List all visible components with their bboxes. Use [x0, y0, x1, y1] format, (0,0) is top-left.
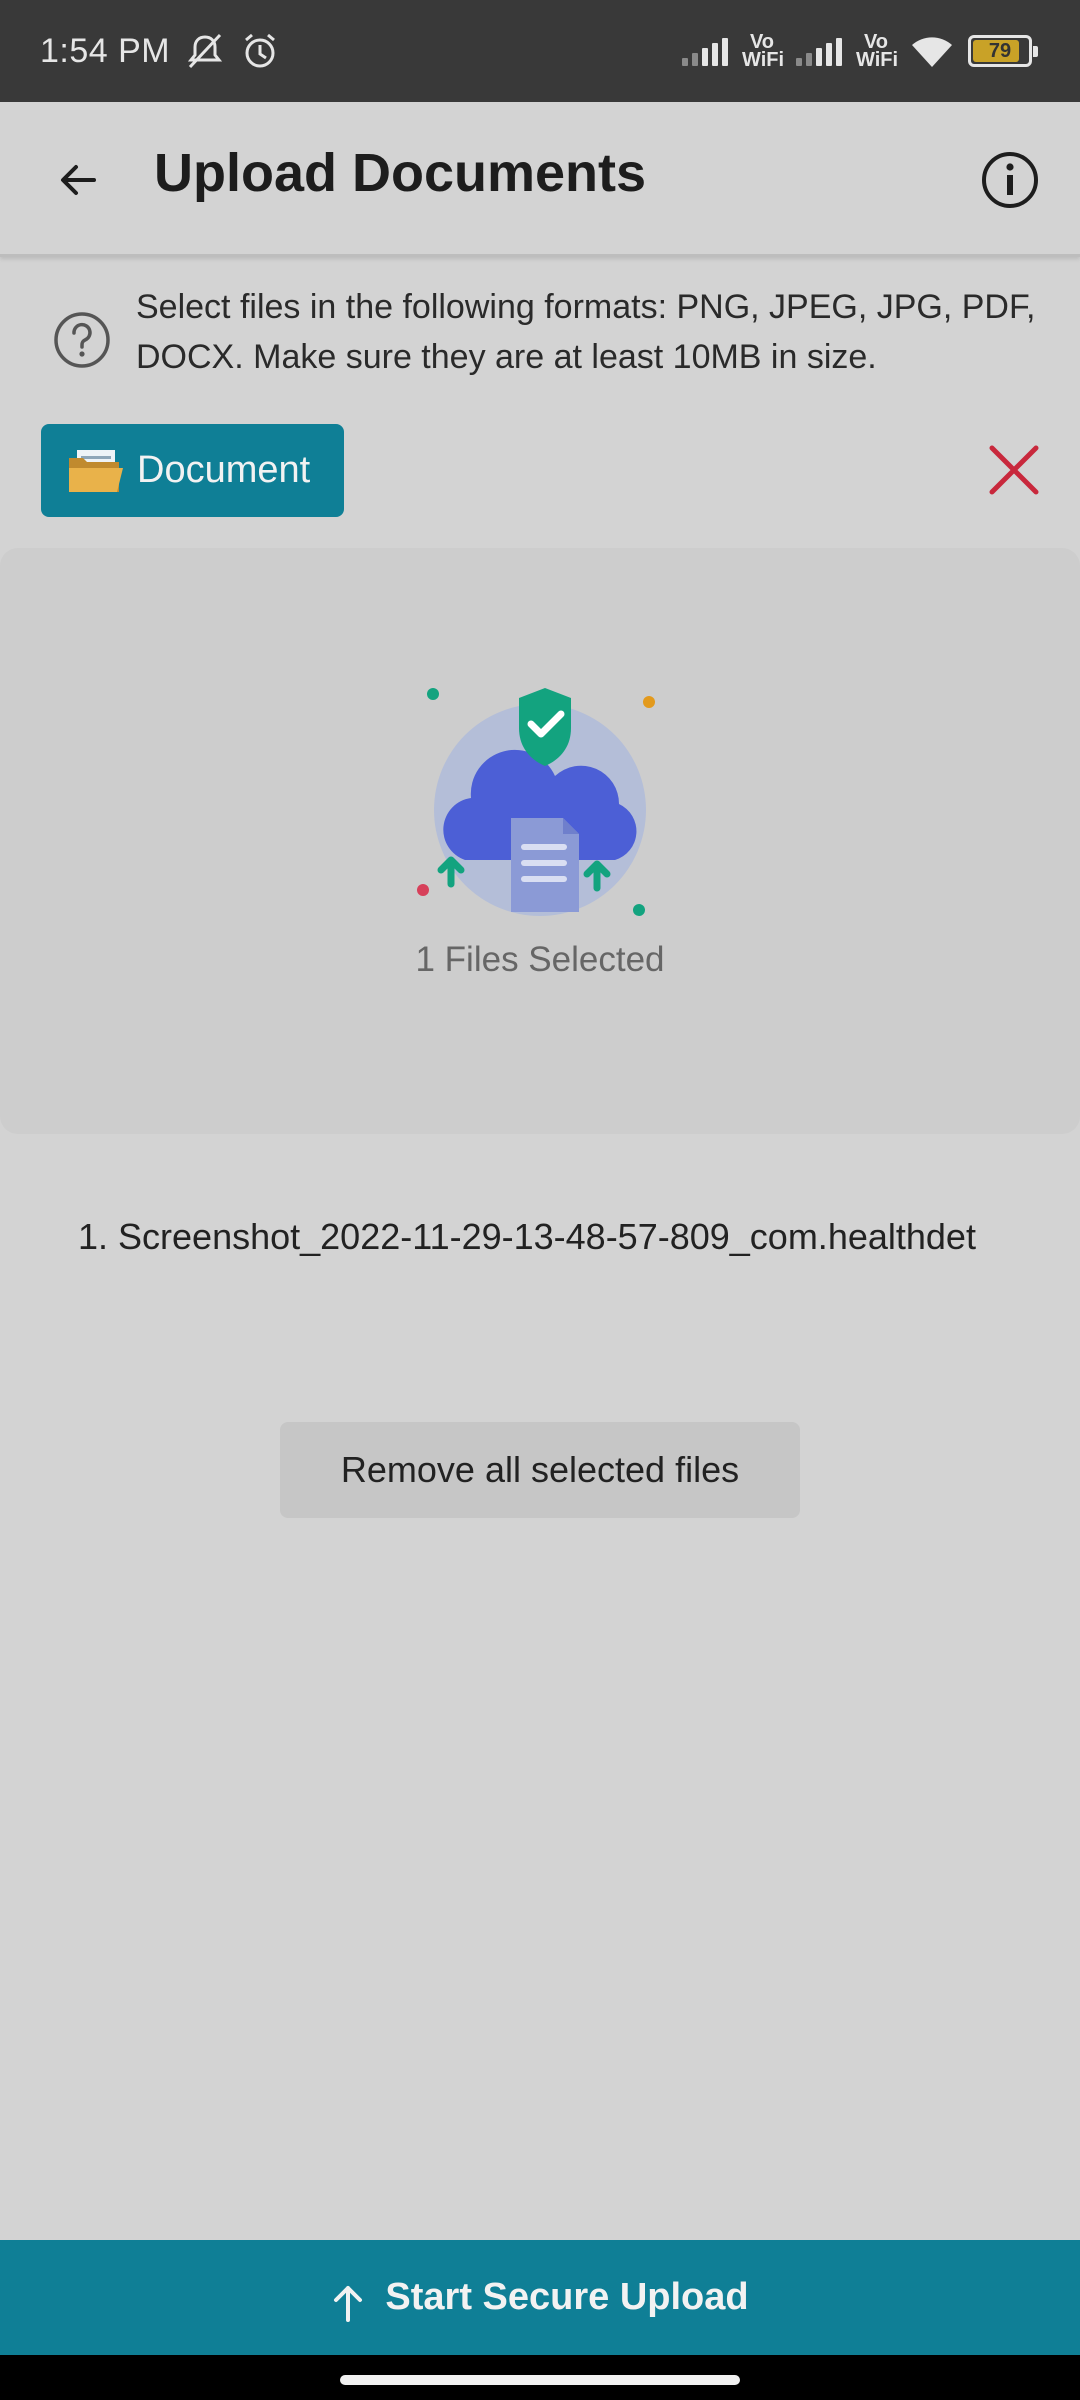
status-right: Vo WiFi Vo WiFi 79 [682, 31, 1038, 71]
app-bar: Upload Documents [0, 102, 1080, 257]
system-nav-bar [0, 2355, 1080, 2400]
close-icon[interactable] [986, 442, 1042, 498]
instructions-text: Select files in the following formats: P… [136, 288, 1036, 376]
list-item: 1. Screenshot_2022-11-29-13-48-57-809_co… [78, 1216, 976, 1257]
document-button-label: Document [137, 449, 311, 491]
home-indicator[interactable] [340, 2375, 740, 2385]
start-upload-button[interactable]: Start Secure Upload [0, 2240, 1080, 2355]
arrow-left-icon[interactable] [50, 152, 106, 208]
vowifi-label: Vo WiFi [742, 31, 785, 71]
signal-icon [682, 36, 728, 66]
remove-all-button[interactable]: Remove all selected files [280, 1422, 800, 1518]
help-circle-icon [54, 312, 110, 368]
folder-icon [69, 449, 123, 492]
page-title: Upload Documents [154, 143, 647, 203]
wifi-icon [912, 37, 952, 67]
drop-zone[interactable]: 1 Files Selected [0, 548, 1080, 1134]
signal-icon-2 [796, 36, 842, 66]
battery-level: 79 [988, 39, 1012, 62]
status-left: 1:54 PM [40, 31, 280, 71]
battery-icon: 79 [968, 35, 1038, 67]
cloud-upload-shield-icon [417, 688, 655, 916]
instructions: Select files in the following formats: P… [52, 282, 1052, 382]
start-upload-label: Start Secure Upload [385, 2276, 749, 2318]
info-icon[interactable] [980, 150, 1040, 210]
vowifi-label-2: Vo WiFi [856, 31, 899, 71]
arrow-up-icon [334, 2285, 363, 2322]
status-bar: 1:54 PM Vo WiFi Vo WiFi 79 [0, 0, 1080, 102]
file-list: 1. Screenshot_2022-11-29-13-48-57-809_co… [0, 1216, 1080, 1258]
status-time: 1:54 PM [40, 31, 171, 70]
document-button[interactable]: Document [41, 424, 344, 517]
alarm-icon [245, 33, 276, 68]
mute-icon [188, 33, 223, 69]
files-selected-status: 1 Files Selected [415, 940, 665, 979]
